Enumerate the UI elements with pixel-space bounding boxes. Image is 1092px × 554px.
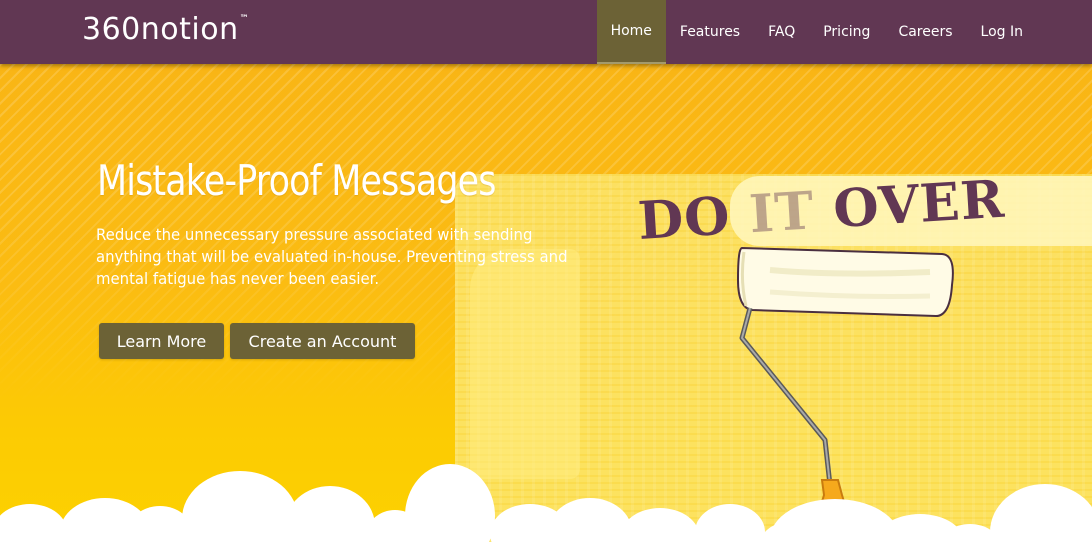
illustration-word-do: DO [636,185,733,252]
hero-subtitle: Reduce the unnecessary pressure associat… [96,225,568,288]
create-account-button[interactable]: Create an Account [230,323,415,359]
nav-item-pricing[interactable]: Pricing [809,0,884,64]
nav-item-faq[interactable]: FAQ [754,0,809,64]
brand-logo[interactable]: 360notion ™ [82,12,249,48]
logo-text: 360notion [82,12,239,47]
hero-title: Mistake-Proof Messages [97,156,496,205]
trademark-symbol: ™ [239,14,249,24]
top-navbar: 360notion ™ Home Features FAQ Pricing Ca… [0,0,1092,64]
nav-item-careers[interactable]: Careers [884,0,966,64]
illustration-word-it: IT [747,180,817,246]
nav-item-features[interactable]: Features [666,0,754,64]
main-nav: Home Features FAQ Pricing Careers Log In [596,0,1037,64]
illustration-word-over: OVER [831,168,1007,241]
cloud-border [0,464,1092,554]
learn-more-button[interactable]: Learn More [99,323,224,359]
hero-section: Mistake-Proof Messages Reduce the unnece… [0,64,1092,554]
nav-item-login[interactable]: Log In [967,0,1037,64]
nav-item-home[interactable]: Home [596,0,666,64]
